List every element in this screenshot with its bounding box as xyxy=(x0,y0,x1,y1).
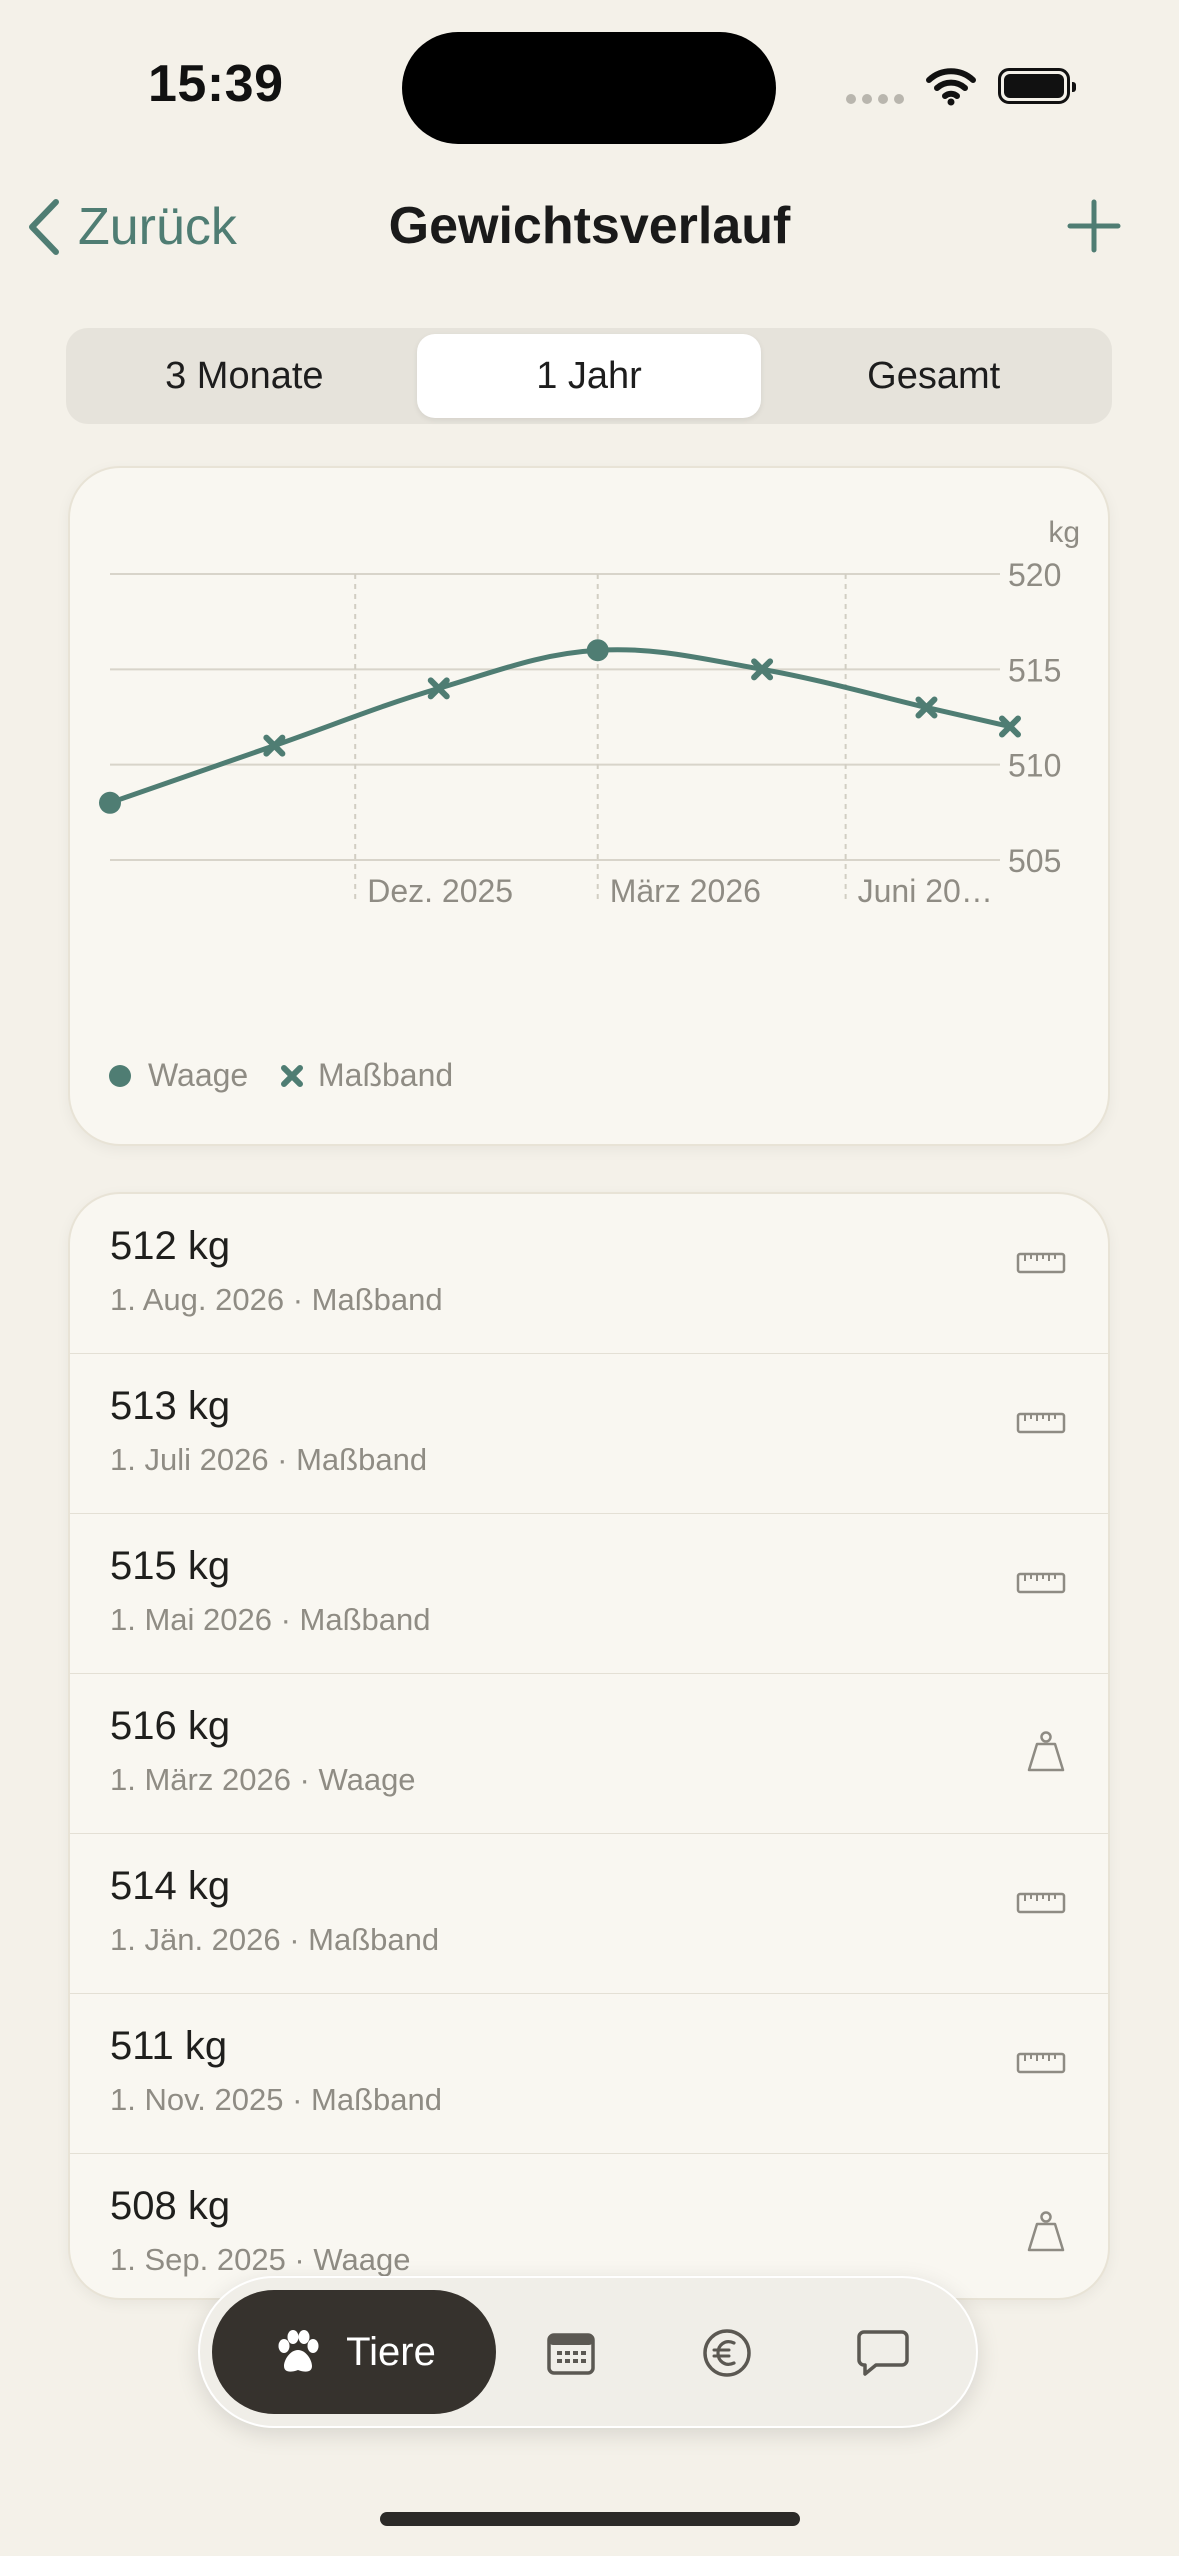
calendar-icon xyxy=(547,2333,595,2375)
y-axis-unit-label: kg xyxy=(1048,516,1080,549)
scale-weight-icon xyxy=(1027,1731,1065,1772)
entry-method-icon xyxy=(1016,1410,1066,1441)
ruler-icon xyxy=(1016,2052,1066,2074)
dynamic-island xyxy=(402,32,776,144)
y-tick-label: 520 xyxy=(1008,557,1061,593)
tab-messages[interactable] xyxy=(838,2308,928,2398)
ruler-icon xyxy=(1016,1252,1066,1274)
legend-massband-label: Maßband xyxy=(318,1057,453,1093)
weight-entry-row[interactable]: 514 kg 1. Jän. 2026 · Maßband xyxy=(70,1834,1108,1994)
entry-detail: 1. Aug. 2026 · Maßband xyxy=(110,1282,443,1317)
battery-icon xyxy=(998,68,1076,104)
chat-bubble-icon xyxy=(857,2330,909,2376)
data-point-waage xyxy=(586,639,609,662)
paw-icon xyxy=(278,2330,319,2372)
home-indicator xyxy=(380,2512,800,2526)
weight-line-chart: kg 505 510 515 520 Dez. 2025 März 2026 Juni 20…… xyxy=(99,516,1080,1093)
status-time: 15:39 xyxy=(148,55,284,113)
entry-weight: 512 kg xyxy=(110,1224,231,1268)
weight-entries-list: 512 kg 1. Aug. 2026 · Maßband 513 kg 1. … xyxy=(68,1192,1110,2300)
back-label: Zurück xyxy=(78,198,237,256)
weight-entry-row[interactable]: 512 kg 1. Aug. 2026 · Maßband xyxy=(70,1194,1108,1354)
entry-detail: 1. Juli 2026 · Maßband xyxy=(110,1442,428,1477)
entry-detail: 1. Jän. 2026 · Maßband xyxy=(110,1922,440,1957)
entry-detail: 1. März 2026 · Waage xyxy=(110,1762,416,1797)
entry-detail: 1. Nov. 2025 · Maßband xyxy=(110,2082,442,2117)
y-tick-label: 515 xyxy=(1008,652,1061,688)
weight-entry-row[interactable]: 515 kg 1. Mai 2026 · Maßband xyxy=(70,1514,1108,1674)
tab-calendar[interactable] xyxy=(526,2308,616,2398)
segment-3-monate[interactable]: 3 Monate xyxy=(72,334,417,418)
period-segmented-control: 3 Monate 1 Jahr Gesamt xyxy=(66,328,1112,424)
entry-weight: 508 kg xyxy=(110,2184,231,2228)
back-button[interactable]: Zurück xyxy=(24,196,237,258)
tab-tiere-label: Tiere xyxy=(346,2329,436,2374)
entry-weight: 514 kg xyxy=(110,1864,231,1908)
legend-massband-marker xyxy=(281,1065,303,1087)
legend-waage-marker xyxy=(109,1065,131,1087)
ruler-icon xyxy=(1016,1892,1066,1914)
weight-entry-row[interactable]: 513 kg 1. Juli 2026 · Maßband xyxy=(70,1354,1108,1514)
entry-method-icon xyxy=(1016,1890,1066,1921)
tab-bar: Tiere xyxy=(198,2276,978,2428)
x-tick-label: März 2026 xyxy=(610,873,761,909)
entry-weight: 513 kg xyxy=(110,1384,231,1428)
data-point-waage xyxy=(99,791,121,814)
y-tick-label: 505 xyxy=(1008,843,1061,879)
entry-weight: 511 kg xyxy=(110,2024,228,2068)
chevron-left-icon xyxy=(29,199,59,255)
x-tick-label: Juni 20… xyxy=(858,873,993,909)
x-tick-label: Dez. 2025 xyxy=(367,873,513,909)
wifi-icon xyxy=(926,68,976,106)
entry-detail: 1. Mai 2026 · Maßband xyxy=(110,1602,431,1637)
y-tick-label: 510 xyxy=(1008,748,1061,784)
entry-method-icon xyxy=(1016,1250,1066,1281)
ruler-icon xyxy=(1016,1572,1066,1594)
entry-method-icon xyxy=(1016,1570,1066,1601)
legend-waage-label: Waage xyxy=(148,1057,248,1093)
add-button[interactable] xyxy=(1064,196,1124,256)
entry-method-icon xyxy=(1016,2050,1066,2081)
cellular-signal-icon xyxy=(846,94,904,104)
tab-tiere[interactable]: Tiere xyxy=(212,2290,496,2414)
weight-series-line xyxy=(107,647,1013,806)
entry-detail: 1. Sep. 2025 · Waage xyxy=(110,2242,411,2277)
entry-method-icon xyxy=(1026,2210,1066,2259)
euro-icon xyxy=(703,2329,751,2377)
segment-1-jahr[interactable]: 1 Jahr xyxy=(416,334,762,418)
weight-entry-row[interactable]: 511 kg 1. Nov. 2025 · Maßband xyxy=(70,1994,1108,2154)
weight-entry-row[interactable]: 516 kg 1. März 2026 · Waage xyxy=(70,1674,1108,1834)
entry-method-icon xyxy=(1026,1730,1066,1779)
segment-gesamt[interactable]: Gesamt xyxy=(761,334,1106,418)
ruler-icon xyxy=(1016,1412,1066,1434)
entry-weight: 515 kg xyxy=(110,1544,231,1588)
entry-weight: 516 kg xyxy=(110,1704,231,1748)
scale-weight-icon xyxy=(1027,2211,1065,2252)
weight-chart-card: kg 505 510 515 520 Dez. 2025 März 2026 Juni 20…… xyxy=(68,466,1110,1146)
tab-finance[interactable] xyxy=(682,2308,772,2398)
